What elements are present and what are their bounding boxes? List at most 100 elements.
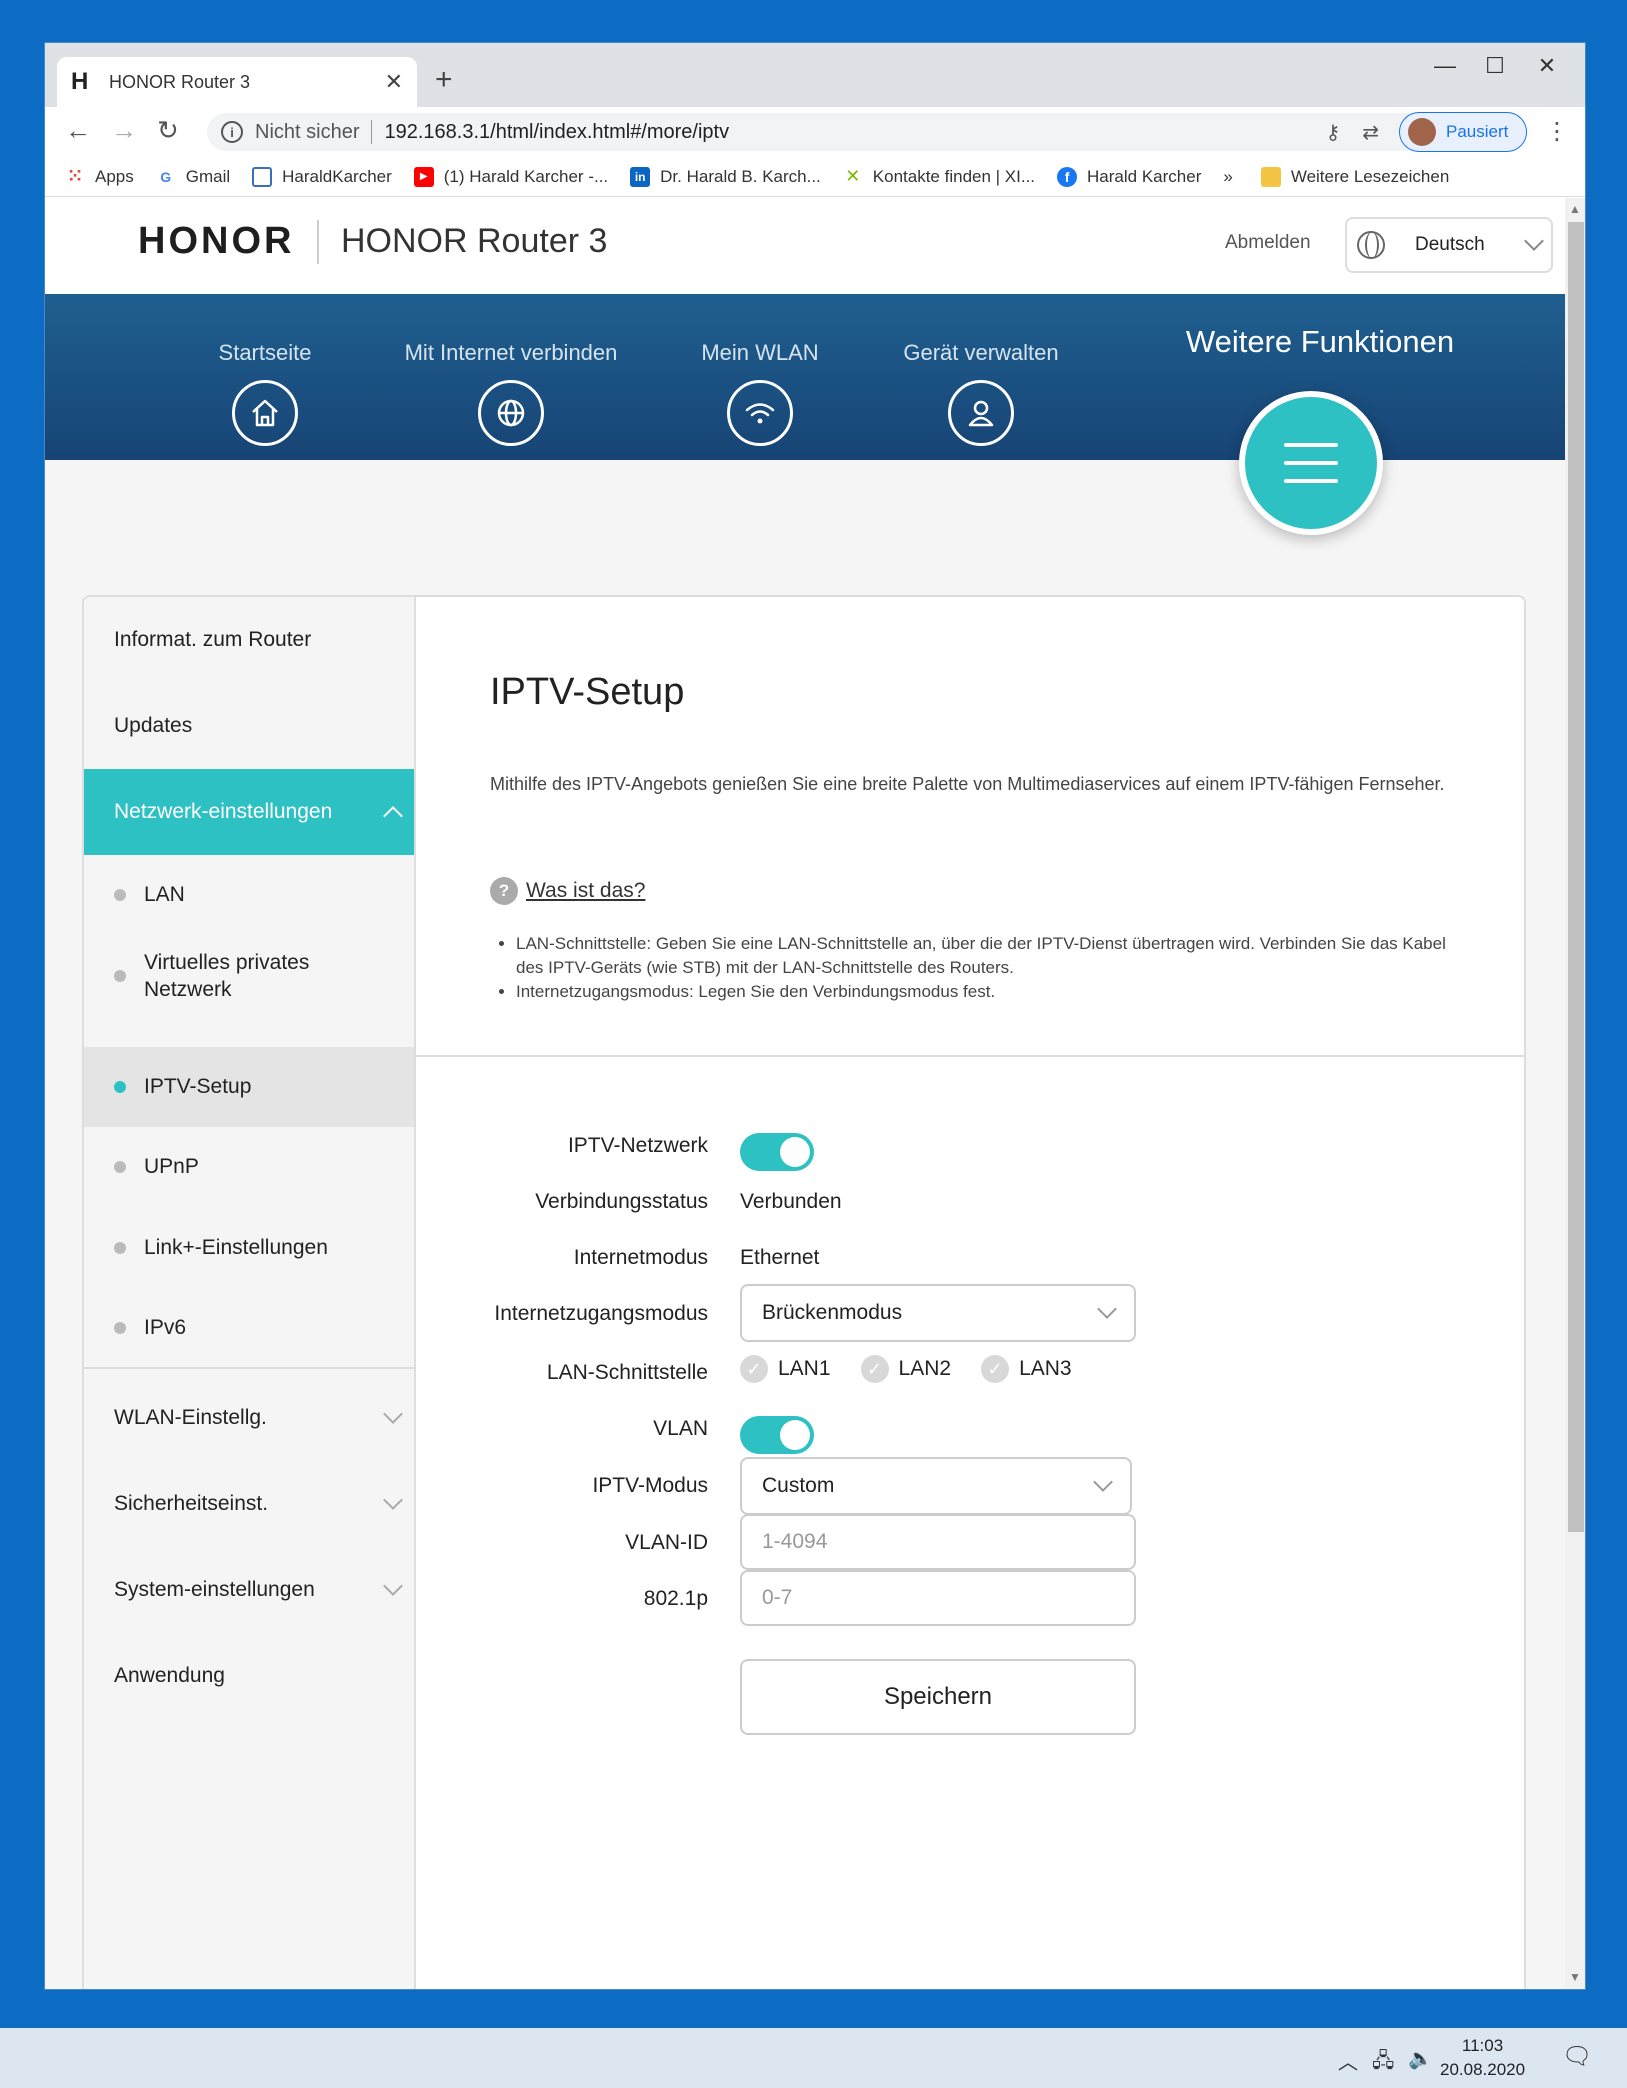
tray-chevron-icon[interactable]: ︿ (1338, 2046, 1358, 2075)
scroll-up-icon[interactable]: ▲ (1569, 202, 1581, 216)
profile-button[interactable]: Pausiert (1399, 112, 1527, 152)
bookmark-gmail[interactable]: G Gmail (156, 167, 230, 187)
sidebar-item-security[interactable]: Sicherheitseinst. (84, 1461, 414, 1547)
bookmark-haraldkarcher[interactable]: HaraldKarcher (252, 166, 392, 187)
avatar (1408, 118, 1436, 146)
access-mode-select[interactable]: Brückenmodus (740, 1284, 1136, 1342)
settings-sidebar: Informat. zum Router Updates Netzwerk-ei… (84, 597, 416, 1989)
internet-mode-value: Ethernet (740, 1246, 820, 1269)
list-item: LAN-Schnittstelle: Geben Sie eine LAN-Sc… (516, 932, 1476, 980)
google-icon: G (160, 168, 172, 185)
product-name: HONOR Router 3 (341, 222, 608, 260)
sidebar-item-applications[interactable]: Anwendung (84, 1633, 414, 1719)
sidebar-item-router-info[interactable]: Informat. zum Router (84, 597, 414, 683)
info-icon[interactable]: i (221, 121, 243, 143)
chevron-down-icon (383, 1490, 403, 1510)
new-tab-button[interactable]: + (435, 63, 453, 97)
vlan-id-label: VLAN-ID (625, 1531, 708, 1554)
nav-startseite[interactable]: Startseite (155, 340, 375, 446)
translate-icon[interactable]: ⇄ (1362, 120, 1379, 145)
sidebar-item-label: WLAN-Einstellg. (114, 1406, 267, 1429)
bullet-dot (114, 889, 126, 901)
nav-weitere-funktionen[interactable]: Weitere Funktionen (1170, 324, 1470, 360)
priority-input[interactable] (740, 1570, 1136, 1626)
key-icon[interactable]: ⚷ (1326, 120, 1341, 145)
language-value: Deutsch (1415, 234, 1485, 255)
forward-button[interactable]: → (111, 115, 137, 146)
browser-menu-icon[interactable]: ⋮ (1545, 117, 1569, 146)
sidebar-item-upnp[interactable]: UPnP (84, 1127, 414, 1207)
address-bar[interactable]: i Nicht sicher 192.168.3.1/html/index.ht… (207, 113, 1433, 151)
vlan-toggle[interactable] (740, 1416, 814, 1454)
sidebar-item-label: System-einstellungen (114, 1578, 315, 1601)
bookmark-youtube[interactable]: ▶ (1) Harald Karcher -... (413, 166, 608, 187)
sidebar-item-iptv-setup[interactable]: IPTV-Setup (84, 1047, 414, 1127)
sidebar-item-link-plus[interactable]: Link+-Einstellungen (84, 1207, 414, 1289)
lan2-checkbox[interactable]: ✓ LAN2 (860, 1355, 951, 1383)
nav-geraet-verwalten[interactable]: Gerät verwalten (871, 340, 1091, 446)
other-bookmarks[interactable]: Weitere Lesezeichen (1260, 166, 1449, 187)
honor-logo: HONOR (138, 220, 295, 262)
url-text[interactable]: 192.168.3.1/html/index.html#/more/iptv (384, 121, 1303, 144)
bookmark-linkedin[interactable]: in Dr. Harald B. Karch... (630, 166, 821, 187)
system-clock[interactable]: 11:03 20.08.2020 (1440, 2034, 1525, 2082)
logout-link[interactable]: Abmelden (1225, 232, 1311, 254)
volume-icon[interactable]: 🔈 (1408, 2046, 1433, 2071)
clock-date: 20.08.2020 (1440, 2060, 1526, 2079)
chevron-down-icon (1093, 1472, 1113, 1492)
sidebar-item-lan[interactable]: LAN (84, 855, 414, 935)
bookmarks-more-button[interactable]: » (1223, 167, 1232, 187)
connection-status-label: Verbindungsstatus (535, 1190, 708, 1213)
vlan-id-input[interactable] (740, 1514, 1136, 1570)
xing-icon: ✕ (845, 166, 861, 186)
sidebar-item-label: UPnP (144, 1155, 199, 1178)
reload-button[interactable]: ↻ (157, 115, 179, 146)
nav-mein-wlan[interactable]: Mein WLAN (650, 340, 870, 446)
lan3-checkbox[interactable]: ✓ LAN3 (981, 1355, 1072, 1383)
lan1-checkbox[interactable]: ✓ LAN1 (740, 1355, 831, 1383)
nav-label: Startseite (218, 340, 312, 365)
maximize-button[interactable]: ☐ (1465, 53, 1525, 79)
facebook-icon: f (1057, 166, 1078, 187)
bookmark-apps[interactable]: ⁙ Apps (65, 166, 134, 187)
sidebar-item-ipv6[interactable]: IPv6 (84, 1289, 414, 1369)
bookmark-label: Gmail (185, 166, 231, 186)
menu-icon[interactable] (1239, 391, 1383, 535)
not-secure-label: Nicht sicher (255, 120, 360, 143)
chevron-down-icon (383, 1576, 403, 1596)
iptv-network-toggle[interactable] (740, 1133, 814, 1171)
home-icon (232, 380, 298, 446)
sidebar-item-network-settings[interactable]: Netzwerk-einstellungen (84, 769, 414, 855)
iptv-mode-select[interactable]: Custom (740, 1457, 1132, 1515)
tab-close-icon[interactable]: ✕ (385, 69, 403, 95)
iptv-mode-value: Custom (762, 1474, 835, 1497)
scroll-down-icon[interactable]: ▼ (1569, 1970, 1581, 1984)
network-icon[interactable]: 🖧 (1372, 2046, 1394, 2080)
sidebar-item-vpn[interactable]: Virtuelles privates Netzwerk (84, 935, 414, 1017)
scrollbar-thumb[interactable] (1568, 222, 1584, 1532)
close-window-button[interactable]: ✕ (1517, 53, 1577, 79)
bookmark-label: Kontakte finden | XI... (872, 166, 1036, 186)
back-button[interactable]: ← (65, 115, 91, 146)
page-scrollbar[interactable]: ▲ ▼ (1565, 198, 1585, 1989)
check-icon: ✓ (981, 1355, 1010, 1383)
sidebar-item-wlan-settings[interactable]: WLAN-Einstellg. (84, 1375, 414, 1461)
bookmark-label: HaraldKarcher (282, 166, 392, 186)
check-icon: ✓ (740, 1355, 768, 1383)
iptv-mode-label: IPTV-Modus (592, 1474, 708, 1497)
bookmark-label: Apps (95, 166, 134, 186)
bookmark-xing[interactable]: ✕ Kontakte finden | XI... (843, 166, 1036, 187)
lan-interface-checkboxes: ✓ LAN1 ✓ LAN2 ✓ LAN3 (740, 1355, 1102, 1383)
nav-mit-internet-verbinden[interactable]: Mit Internet verbinden (391, 340, 631, 446)
browser-tab[interactable]: H HONOR Router 3 ✕ (57, 57, 417, 107)
sidebar-item-updates[interactable]: Updates (84, 683, 414, 769)
notification-icon[interactable]: 🗨 (1562, 2042, 1592, 2071)
sidebar-item-label: Link+-Einstellungen (144, 1236, 328, 1259)
page-icon (252, 166, 273, 187)
sidebar-item-system-settings[interactable]: System-einstellungen (84, 1547, 414, 1633)
help-link[interactable]: ? Was ist das? (490, 877, 645, 905)
chevron-down-icon (383, 1404, 403, 1424)
save-button[interactable]: Speichern (740, 1659, 1136, 1735)
bookmark-facebook[interactable]: f Harald Karcher (1057, 166, 1201, 187)
language-select[interactable]: Deutsch (1345, 217, 1553, 273)
